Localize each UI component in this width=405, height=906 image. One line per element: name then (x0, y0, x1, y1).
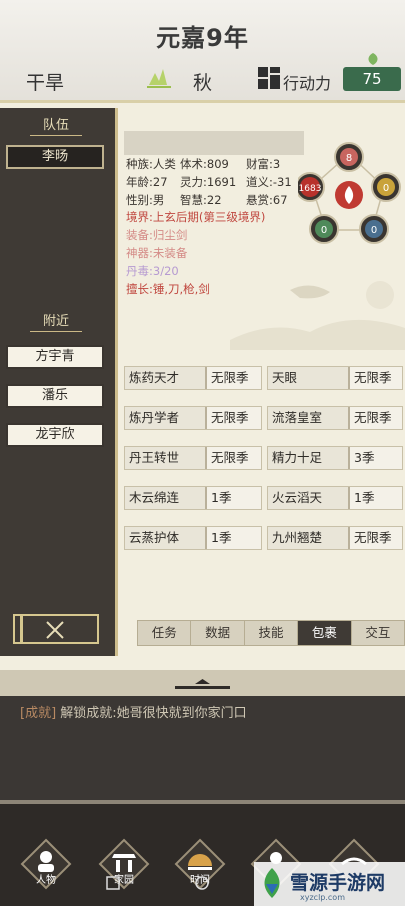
trait-row[interactable]: 炼药天才 无限季 (124, 366, 262, 390)
five-elements-wheel: 8 1683 0 0 0 (298, 142, 401, 244)
element-left-value: 1683 (299, 184, 322, 194)
panel-tabs: 任务 数据 技能 包裹 交互 (137, 620, 405, 646)
trait-row[interactable]: 精力十足 3季 (267, 446, 403, 470)
action-points-label: 行动力 (283, 74, 332, 93)
pill-poison-line: 丹毒:3/20 (126, 264, 179, 278)
trait-name: 精力十足 (268, 447, 350, 469)
character-name-bar (124, 131, 304, 155)
season-label: 秋 (193, 72, 213, 94)
trait-name: 云蒸护体 (125, 527, 207, 549)
trait-name: 流落皇室 (268, 407, 350, 429)
earth-element-node: 0 (371, 172, 401, 202)
stat-wealth: 财富:3 (246, 157, 281, 171)
equipment-line: 装备:归尘剑 (126, 228, 188, 242)
tab-tasks[interactable]: 任务 (138, 621, 192, 645)
stat-gender: 性别:男 (126, 193, 165, 207)
trait-row[interactable]: 云蒸护体 1季 (124, 526, 262, 550)
trait-row[interactable]: 天眼 无限季 (267, 366, 403, 390)
element-bottom-left-value: 0 (321, 225, 327, 236)
trait-name: 九州翘楚 (268, 527, 350, 549)
team-member-button[interactable]: 李旸 (6, 145, 104, 169)
nearby-header: 附近 (30, 312, 82, 332)
trait-duration: 无限季 (207, 407, 261, 429)
collapse-handle-icon[interactable] (175, 678, 230, 692)
trait-name: 炼药天才 (125, 367, 207, 389)
trait-row[interactable]: 丹王转世 无限季 (124, 446, 262, 470)
log-text: 解锁成就:她哥很快就到你家门口 (60, 706, 247, 721)
trait-duration: 无限季 (207, 367, 261, 389)
element-top-value: 8 (346, 153, 352, 164)
trait-row[interactable]: 火云滔天 1季 (267, 486, 403, 510)
trait-duration: 1季 (207, 487, 261, 509)
house-icon (112, 854, 136, 858)
team-header: 队伍 (30, 116, 82, 136)
watermark-brand: 雪源手游网 (290, 872, 386, 894)
system-circle-icon[interactable] (195, 876, 209, 890)
nav-character-label: 人物 (36, 875, 56, 886)
weather-label: 干旱 (26, 72, 65, 94)
tab-data[interactable]: 数据 (191, 621, 245, 645)
trait-duration: 3季 (350, 447, 402, 469)
trait-duration: 无限季 (350, 407, 402, 429)
element-right-value: 0 (383, 183, 389, 194)
stat-race: 种族:人类 (126, 157, 176, 171)
tab-inventory[interactable]: 包裹 (298, 621, 352, 645)
stat-age: 年龄:27 (126, 175, 168, 189)
fire-element-node: 1683 (298, 172, 325, 202)
trait-name: 天眼 (268, 367, 350, 389)
trait-name: 炼丹学者 (125, 407, 207, 429)
stat-morality: 道义:-31 (246, 175, 292, 189)
trait-duration: 1季 (350, 487, 402, 509)
trait-duration: 无限季 (207, 447, 261, 469)
watermark-logo-icon (264, 868, 280, 898)
sidebar (0, 108, 118, 656)
realm-line: 境界:上玄后期(第三级境界) (126, 210, 266, 224)
tab-skills[interactable]: 技能 (245, 621, 299, 645)
tab-interact[interactable]: 交互 (352, 621, 404, 645)
specialty-line: 擅长:锤,刀,枪,剑 (126, 282, 210, 296)
leaf-icon (368, 53, 378, 65)
trait-name: 火云滔天 (268, 487, 350, 509)
trait-name: 木云绵连 (125, 487, 207, 509)
nearby-npc-button[interactable]: 潘乐 (6, 384, 104, 408)
nearby-npc-button[interactable]: 龙宇欣 (6, 423, 104, 447)
artifact-line: 神器:未装备 (126, 246, 188, 260)
trait-duration: 无限季 (350, 367, 402, 389)
action-points-value: 75 (343, 67, 401, 91)
close-button[interactable] (13, 614, 99, 644)
stat-spirit: 灵力:1691 (180, 175, 237, 189)
drought-icon (147, 69, 171, 88)
person-icon (40, 851, 52, 863)
water-element-node: 0 (359, 214, 389, 244)
trait-row[interactable]: 木云绵连 1季 (124, 486, 262, 510)
stat-bounty: 悬赏:67 (246, 193, 288, 207)
year-title: 元嘉9年 (156, 24, 249, 52)
trait-row[interactable]: 流落皇室 无限季 (267, 406, 403, 430)
log-tag: [成就] (20, 706, 57, 721)
system-square-icon[interactable] (106, 876, 120, 890)
element-bottom-right-value: 0 (371, 225, 377, 236)
landscape-decoration (230, 281, 405, 350)
metal-element-node: 8 (334, 142, 364, 172)
trait-duration: 1季 (207, 527, 261, 549)
trait-row[interactable]: 炼丹学者 无限季 (124, 406, 262, 430)
log-entry: [成就] 解锁成就:她哥很快就到你家门口 (20, 702, 247, 721)
trait-row[interactable]: 九州翘楚 无限季 (267, 526, 403, 550)
watermark-url: xyzclp.com (300, 893, 345, 902)
trait-name: 丹王转世 (125, 447, 207, 469)
action-points-icon (258, 67, 280, 89)
trait-duration: 无限季 (350, 527, 402, 549)
wood-element-node: 0 (309, 214, 339, 244)
stat-physique: 体术:809 (180, 157, 229, 171)
nearby-npc-button[interactable]: 方宇青 (6, 345, 104, 369)
stat-wisdom: 智慧:22 (180, 193, 222, 207)
close-icon (46, 621, 64, 639)
